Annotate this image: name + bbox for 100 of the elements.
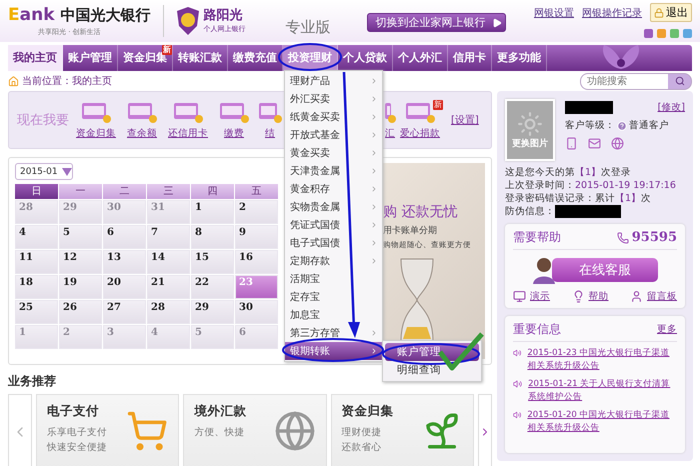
calendar-day[interactable]: 28 <box>147 300 190 324</box>
promo-card[interactable]: 资金归集 理财便捷 还款省心 <box>330 394 474 466</box>
calendar-day[interactable]: 22 <box>191 275 234 299</box>
notice-link[interactable]: 2015-01-20 中国光大银行电子渠道相关系统升级公告 <box>527 409 677 435</box>
nav-tab[interactable]: 个人外汇 <box>393 45 448 71</box>
calendar-day[interactable]: 12 <box>59 250 102 274</box>
menu-item[interactable]: 定期存款 <box>285 252 382 270</box>
quick-action-link[interactable]: 资金归集 <box>76 127 116 140</box>
nav-tab[interactable]: 我的主页 <box>8 45 63 71</box>
menu-item[interactable]: 黄金买卖 <box>285 144 382 162</box>
menu-item[interactable]: 黄金积存 <box>285 180 382 198</box>
calendar-day[interactable]: 1 <box>191 200 234 224</box>
globe-icon[interactable] <box>611 137 624 150</box>
menu-item[interactable]: 银期转账 <box>285 342 382 360</box>
menu-item[interactable]: 定存宝 <box>285 288 382 306</box>
calendar-day[interactable]: 8 <box>191 225 234 249</box>
edition-label: 专业版 <box>286 18 331 37</box>
settings-link[interactable]: [设置] <box>451 113 479 127</box>
phone-icon[interactable] <box>565 137 578 150</box>
nav-tab[interactable]: 更多功能 <box>492 45 547 71</box>
calendar-day[interactable]: 6 <box>103 225 146 249</box>
logout-button[interactable]: 退出 <box>650 3 692 22</box>
document-coins-icon <box>126 100 158 124</box>
quick-action-link[interactable]: 缴费 <box>224 127 244 140</box>
calendar-day[interactable]: 13 <box>103 250 146 274</box>
calendar-day[interactable]: 7 <box>147 225 190 249</box>
help-link[interactable]: 演示 <box>530 290 550 303</box>
notice-link[interactable]: 2015-01-23 中国光大银行电子渠道相关系统升级公告 <box>527 347 677 373</box>
calendar-day[interactable]: 15 <box>191 250 234 274</box>
switch-bank-button[interactable]: 切换到企业家网上银行 <box>366 13 506 32</box>
redacted-info <box>555 205 621 218</box>
menu-item[interactable]: 开放式基金 <box>285 126 382 144</box>
theme-swatch-icon[interactable] <box>657 29 666 38</box>
calendar-day[interactable]: 9 <box>235 225 278 249</box>
calendar-day[interactable]: 20 <box>103 275 146 299</box>
section-title: 业务推荐 <box>8 373 57 390</box>
help-link[interactable]: 留言板 <box>647 290 677 303</box>
calendar-day[interactable]: 14 <box>147 250 190 274</box>
chevron-icon <box>370 77 378 85</box>
card-text: 理财便捷 <box>342 426 383 439</box>
chevron-icon <box>370 239 378 247</box>
calendar-day[interactable]: 16 <box>235 250 278 274</box>
calendar-day[interactable]: 19 <box>59 275 102 299</box>
header-link[interactable]: 网银操作记录 <box>582 6 642 20</box>
promo-card[interactable]: 电子支付 乐享电子支付 快速安全便捷 <box>36 394 180 466</box>
quick-action-link[interactable]: 还信用卡 <box>168 127 208 140</box>
theme-swatch-icon[interactable] <box>644 29 653 38</box>
panel-title: 重要信息 <box>513 321 561 338</box>
notice-link[interactable]: 2015-01-21 关于人民银行支付清算系统维护公告 <box>528 378 677 404</box>
promo-card[interactable]: 境外汇款 方便、快捷 <box>183 394 327 466</box>
online-service-button[interactable]: 在线客服 <box>552 258 658 282</box>
help-link[interactable]: 帮助 <box>588 290 608 303</box>
card-text: 方便、快捷 <box>194 426 246 439</box>
menu-item[interactable]: 天津贵金属 <box>285 162 382 180</box>
nav-tab[interactable]: 转账汇款 <box>173 45 228 71</box>
menu-item[interactable]: 电子式国债 <box>285 234 382 252</box>
nav-tab[interactable]: 信用卡 <box>448 45 492 71</box>
document-coins-icon <box>257 100 283 124</box>
menu-item[interactable]: 外汇买卖 <box>285 90 382 108</box>
chevron-icon <box>370 257 378 265</box>
header-link[interactable]: 网银设置 <box>534 6 574 20</box>
login-info: 登录密码错误记录：累计【1】次 <box>505 192 652 205</box>
calendar-day[interactable]: 29 <box>191 300 234 324</box>
calendar-day[interactable]: 27 <box>103 300 146 324</box>
calendar-day[interactable]: 2 <box>235 200 278 224</box>
menu-item[interactable]: 加息宝 <box>285 306 382 324</box>
card-text: 乐享电子支付 <box>47 426 108 439</box>
menu-item[interactable]: 凭证式国债 <box>285 216 382 234</box>
globe-icon <box>274 410 316 452</box>
menu-item[interactable]: 纸黄金买卖 <box>285 108 382 126</box>
play-icon <box>492 18 502 28</box>
calendar-day[interactable]: 21 <box>147 275 190 299</box>
document-coins-icon <box>383 100 397 124</box>
quick-action-link[interactable]: 查余额 <box>127 127 157 140</box>
submenu-item[interactable]: 明细查询 <box>385 361 479 379</box>
more-link[interactable]: 更多 <box>657 323 677 336</box>
menu-item[interactable]: 第三方存管 <box>285 324 382 342</box>
mail-icon[interactable] <box>588 137 601 150</box>
calendar-day[interactable]: 30 <box>235 300 278 324</box>
agent-silhouette-icon <box>532 256 556 284</box>
calendar-day[interactable]: 4 <box>15 225 58 249</box>
banner-headline: 购 还款无忧 <box>383 203 458 221</box>
calendar-day[interactable]: 18 <box>15 275 58 299</box>
monitor-icon <box>513 290 526 303</box>
edit-link[interactable]: [修改] <box>658 101 685 114</box>
menu-item[interactable]: 理财产品 <box>285 72 382 90</box>
month-select[interactable]: 2015-01 <box>15 163 73 180</box>
menu-item[interactable]: 活期宝 <box>285 270 382 288</box>
calendar-day[interactable]: 26 <box>59 300 102 324</box>
calendar-day[interactable]: 5 <box>59 225 102 249</box>
theme-swatch-icon[interactable] <box>683 29 692 38</box>
quick-action-link[interactable]: 结 <box>265 127 275 140</box>
menu-item[interactable]: 实物贵金属 <box>285 198 382 216</box>
calendar-day[interactable]: 11 <box>15 250 58 274</box>
quick-action-link[interactable]: 汇 <box>385 127 395 140</box>
theme-swatch-icon[interactable] <box>670 29 679 38</box>
quick-action-link[interactable]: 爱心捐款 <box>400 127 440 140</box>
calendar-day[interactable]: 25 <box>15 300 58 324</box>
chevron-icon <box>370 131 378 139</box>
nav-tab[interactable]: 账户管理 <box>63 45 118 71</box>
